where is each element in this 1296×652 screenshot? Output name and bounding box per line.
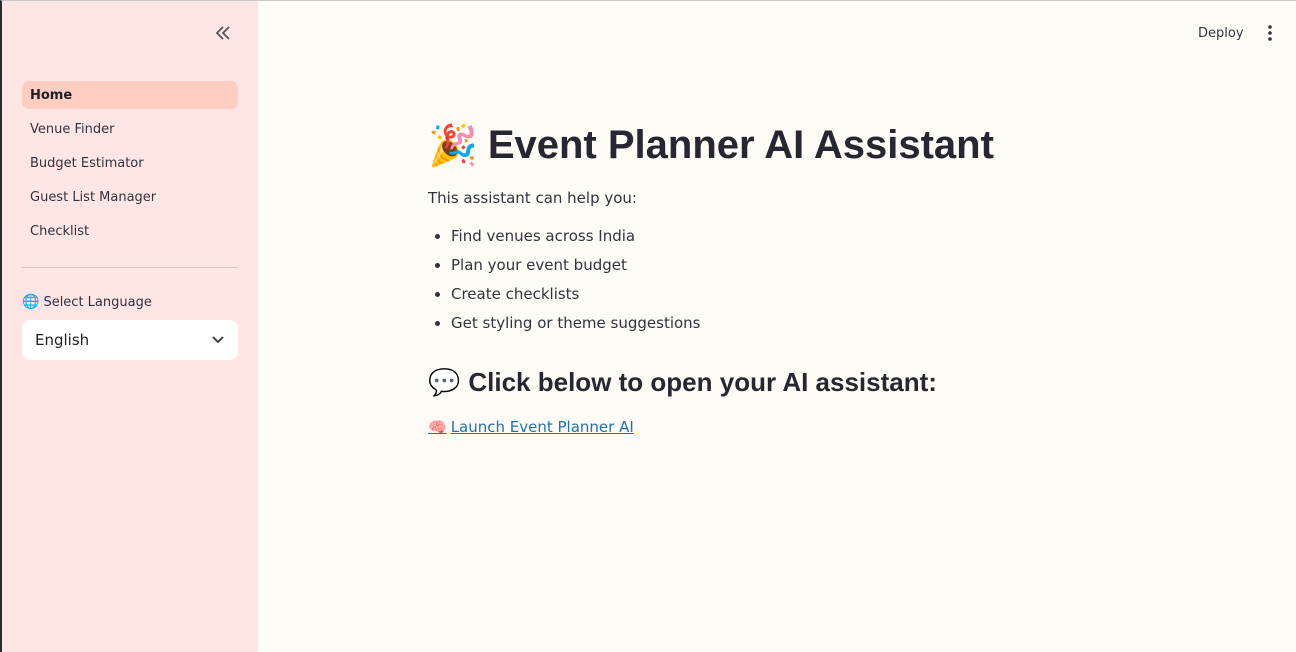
list-item: Create checklists bbox=[451, 285, 1188, 314]
language-select[interactable]: English bbox=[22, 320, 238, 360]
sidebar: Home Venue Finder Budget Estimator Guest… bbox=[2, 1, 258, 652]
app-window: Home Venue Finder Budget Estimator Guest… bbox=[0, 0, 1296, 652]
list-item: Plan your event budget bbox=[451, 256, 1188, 285]
sidebar-item-label: Venue Finder bbox=[30, 121, 115, 137]
language-label-text: Select Language bbox=[43, 294, 152, 310]
section-heading-text: Click below to open your AI assistant: bbox=[468, 367, 937, 397]
deploy-button[interactable]: Deploy bbox=[1198, 23, 1244, 43]
page-title: 🎉 Event Planner AI Assistant bbox=[428, 113, 1188, 177]
sidebar-item-label: Budget Estimator bbox=[30, 155, 144, 171]
sidebar-item-checklist[interactable]: Checklist bbox=[22, 217, 238, 245]
intro-text: This assistant can help you: bbox=[428, 189, 637, 207]
sidebar-nav: Home Venue Finder Budget Estimator Guest… bbox=[22, 81, 238, 251]
deploy-label: Deploy bbox=[1198, 25, 1244, 41]
page-title-text: Event Planner AI Assistant bbox=[487, 122, 994, 167]
sidebar-divider bbox=[22, 267, 238, 268]
main-content: 🎉 Event Planner AI Assistant This assist… bbox=[428, 113, 1188, 437]
sidebar-item-home[interactable]: Home bbox=[22, 81, 238, 109]
launch-link-label: Launch Event Planner AI bbox=[450, 418, 634, 436]
collapse-sidebar-button[interactable] bbox=[212, 22, 234, 44]
sidebar-item-label: Guest List Manager bbox=[30, 189, 157, 205]
globe-icon: 🌐 bbox=[22, 294, 40, 310]
sidebar-item-label: Checklist bbox=[30, 223, 90, 239]
kebab-menu-icon bbox=[1268, 25, 1272, 41]
party-popper-icon: 🎉 bbox=[428, 123, 478, 168]
speech-bubble-icon: 💬 bbox=[428, 367, 461, 397]
features-list: Find venues across India Plan your event… bbox=[428, 227, 1188, 343]
sidebar-item-label: Home bbox=[30, 87, 73, 103]
sidebar-item-guest-list-manager[interactable]: Guest List Manager bbox=[22, 183, 238, 211]
language-select-value: English bbox=[35, 331, 90, 349]
launch-assistant-link[interactable]: 🧠 Launch Event Planner AI bbox=[428, 418, 634, 436]
main-menu-button[interactable] bbox=[1260, 23, 1280, 43]
list-item: Get styling or theme suggestions bbox=[451, 314, 1188, 343]
double-chevron-left-icon bbox=[215, 26, 230, 40]
list-item: Find venues across India bbox=[451, 227, 1188, 256]
language-label: 🌐 Select Language bbox=[22, 294, 152, 310]
section-heading: 💬 Click below to open your AI assistant: bbox=[428, 367, 1188, 398]
chevron-down-icon bbox=[212, 336, 224, 344]
brain-icon: 🧠 bbox=[428, 418, 447, 436]
sidebar-item-venue-finder[interactable]: Venue Finder bbox=[22, 115, 238, 143]
sidebar-item-budget-estimator[interactable]: Budget Estimator bbox=[22, 149, 238, 177]
